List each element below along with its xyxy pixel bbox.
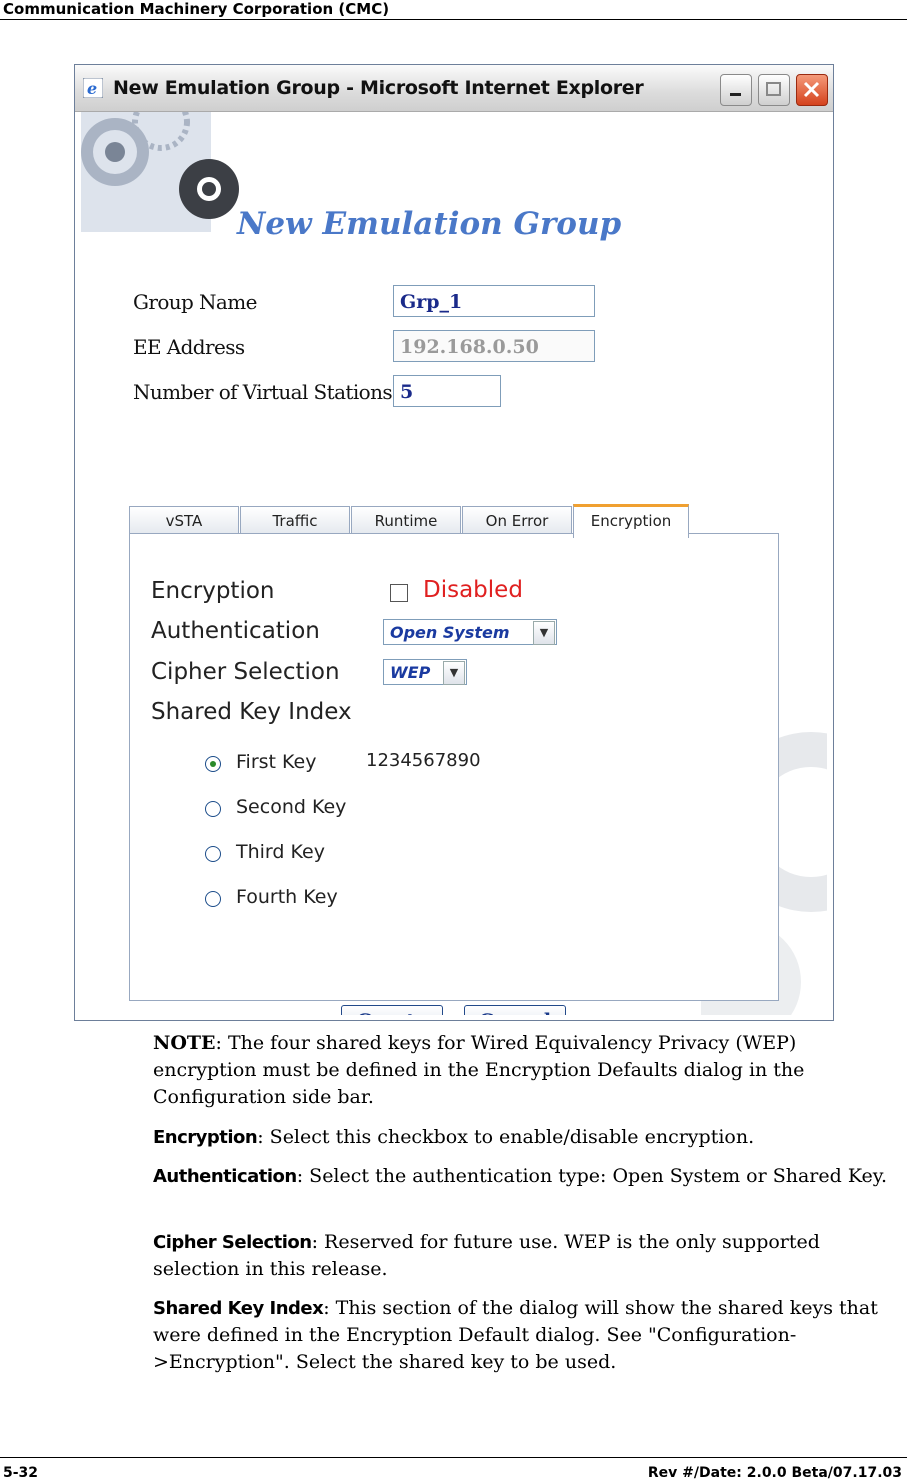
authentication-term: Authentication bbox=[153, 1166, 297, 1187]
page-footer: 5-32 Rev #/Date: 2.0.0 Beta/07.17.03 bbox=[0, 1457, 907, 1484]
chevron-down-icon: ▼ bbox=[443, 661, 465, 685]
cipher-select[interactable]: WEP ▼ bbox=[383, 659, 467, 685]
tab-runtime[interactable]: Runtime bbox=[351, 506, 461, 535]
gears-decoration-icon bbox=[81, 112, 239, 232]
second-key-label: Second Key bbox=[236, 796, 347, 818]
shared-key-paragraph: Shared Key Index: This section of the di… bbox=[153, 1295, 898, 1376]
group-name-label: Group Name bbox=[133, 290, 257, 314]
authentication-label: Authentication bbox=[151, 618, 320, 644]
ee-address-input: 192.168.0.50 bbox=[393, 330, 595, 362]
internet-explorer-icon: e bbox=[83, 78, 103, 98]
virtual-stations-label: Number of Virtual Stations bbox=[133, 380, 393, 404]
authentication-text: : Select the authentication type: Open S… bbox=[296, 1165, 888, 1187]
encryption-term: Encryption bbox=[153, 1127, 258, 1148]
window-titlebar: e New Emulation Group - Microsoft Intern… bbox=[75, 65, 833, 112]
dialog-client-area: New Emulation Group Group Name Grp_1 EE … bbox=[81, 112, 827, 1015]
encryption-panel: Encryption Disabled Authentication Open … bbox=[129, 533, 779, 1001]
close-button[interactable] bbox=[796, 74, 828, 106]
encryption-label: Encryption bbox=[151, 578, 275, 604]
cipher-term: Cipher Selection bbox=[153, 1232, 312, 1253]
group-name-input[interactable]: Grp_1 bbox=[393, 285, 595, 317]
svg-text:e: e bbox=[87, 79, 97, 98]
shared-key-index-label: Shared Key Index bbox=[151, 699, 352, 725]
cancel-button[interactable]: Cancel bbox=[464, 1005, 566, 1015]
note-text: : The four shared keys for Wired Equival… bbox=[153, 1032, 805, 1108]
maximize-button[interactable] bbox=[758, 74, 790, 106]
dialog-heading: New Emulation Group bbox=[237, 206, 622, 242]
window-title: New Emulation Group - Microsoft Internet… bbox=[113, 77, 644, 99]
fourth-key-label: Fourth Key bbox=[236, 886, 338, 908]
first-key-value: 1234567890 bbox=[366, 750, 481, 771]
tab-traffic[interactable]: Traffic bbox=[240, 506, 350, 535]
first-key-label: First Key bbox=[236, 751, 317, 773]
note-term: NOTE bbox=[153, 1032, 216, 1054]
fourth-key-radio[interactable] bbox=[205, 891, 221, 907]
page-number: 5-32 bbox=[3, 1465, 39, 1481]
tab-vsta[interactable]: vSTA bbox=[129, 506, 239, 535]
third-key-label: Third Key bbox=[236, 841, 325, 863]
browser-window: e New Emulation Group - Microsoft Intern… bbox=[74, 64, 834, 1021]
cipher-label: Cipher Selection bbox=[151, 659, 340, 685]
first-key-radio[interactable] bbox=[205, 756, 221, 772]
header-title: Communication Machinery Corporation (CMC… bbox=[3, 0, 390, 18]
encryption-status: Disabled bbox=[423, 577, 523, 603]
shared-key-term: Shared Key Index bbox=[153, 1298, 324, 1319]
tab-on-error[interactable]: On Error bbox=[462, 506, 572, 535]
minimize-icon bbox=[730, 93, 741, 96]
minimize-button[interactable] bbox=[720, 74, 752, 106]
tab-encryption[interactable]: Encryption bbox=[573, 504, 689, 538]
second-key-radio[interactable] bbox=[205, 801, 221, 817]
ee-address-label: EE Address bbox=[133, 335, 245, 359]
maximize-icon bbox=[766, 82, 781, 96]
virtual-stations-input[interactable]: 5 bbox=[393, 375, 501, 407]
revision-date: Rev #/Date: 2.0.0 Beta/07.17.03 bbox=[647, 1465, 902, 1481]
cipher-value: WEP bbox=[390, 663, 431, 682]
encryption-checkbox[interactable] bbox=[390, 584, 408, 602]
authentication-select[interactable]: Open System ▼ bbox=[383, 619, 557, 645]
page-header: Communication Machinery Corporation (CMC… bbox=[0, 0, 907, 20]
chevron-down-icon: ▼ bbox=[533, 621, 555, 645]
third-key-radio[interactable] bbox=[205, 846, 221, 862]
cipher-paragraph: Cipher Selection: Reserved for future us… bbox=[153, 1229, 898, 1283]
authentication-paragraph: Authentication: Select the authenticatio… bbox=[153, 1163, 898, 1190]
note-paragraph: NOTE: The four shared keys for Wired Equ… bbox=[153, 1030, 898, 1111]
close-icon bbox=[803, 81, 820, 98]
encryption-text: : Select this checkbox to enable/disable… bbox=[257, 1126, 755, 1148]
encryption-paragraph: Encryption: Select this checkbox to enab… bbox=[153, 1124, 898, 1151]
authentication-value: Open System bbox=[390, 623, 510, 642]
create-button[interactable]: Create bbox=[341, 1005, 443, 1015]
